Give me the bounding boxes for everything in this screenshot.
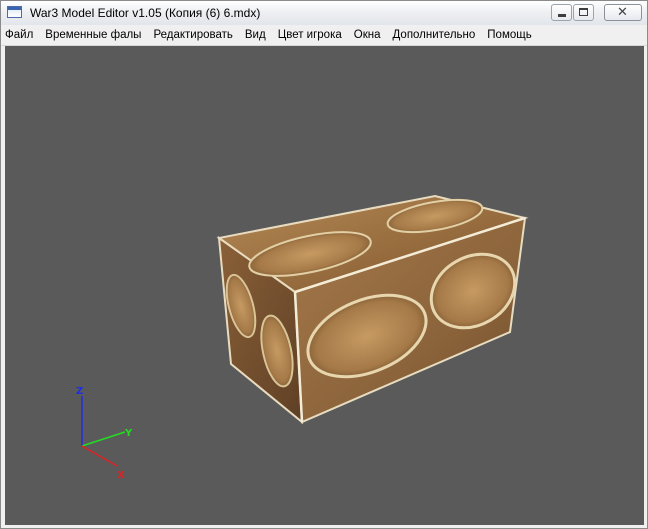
menu-view[interactable]: Вид [239, 25, 272, 45]
menu-file[interactable]: Файл [1, 25, 39, 45]
app-window-icon[interactable] [7, 6, 22, 18]
z-axis-label: Z [76, 386, 83, 397]
menu-advanced[interactable]: Дополнительно [387, 25, 482, 45]
app-window: War3 Model Editor v1.05 (Копия (6) 6.mdx… [0, 0, 648, 529]
axis-gizmo: Z Y X [76, 386, 133, 481]
menu-help[interactable]: Помощь [481, 25, 537, 45]
title-bar[interactable]: War3 Model Editor v1.05 (Копия (6) 6.mdx… [1, 1, 647, 26]
x-axis-line [81, 445, 118, 467]
menu-bar: Файл Временные фалы Редактировать Вид Цв… [1, 25, 647, 46]
close-button[interactable]: ✕ [604, 4, 642, 21]
menu-edit[interactable]: Редактировать [147, 25, 238, 45]
maximize-icon [579, 8, 588, 16]
crate-model[interactable] [216, 194, 529, 425]
maximize-button[interactable] [573, 4, 594, 21]
3d-viewport[interactable]: Z Y X [5, 46, 644, 525]
y-axis-label: Y [124, 428, 133, 439]
x-axis-label: X [117, 470, 125, 481]
menu-temp-files[interactable]: Временные фалы [39, 25, 147, 45]
close-icon: ✕ [617, 5, 628, 20]
minimize-icon [558, 14, 566, 17]
menu-windows[interactable]: Окна [348, 25, 387, 45]
viewport-canvas: Z Y X [76, 194, 529, 481]
minimize-button[interactable] [551, 4, 572, 21]
menu-player-color[interactable]: Цвет игрока [272, 25, 348, 45]
window-title: War3 Model Editor v1.05 (Копия (6) 6.mdx… [30, 6, 261, 20]
y-axis-line [81, 431, 126, 447]
